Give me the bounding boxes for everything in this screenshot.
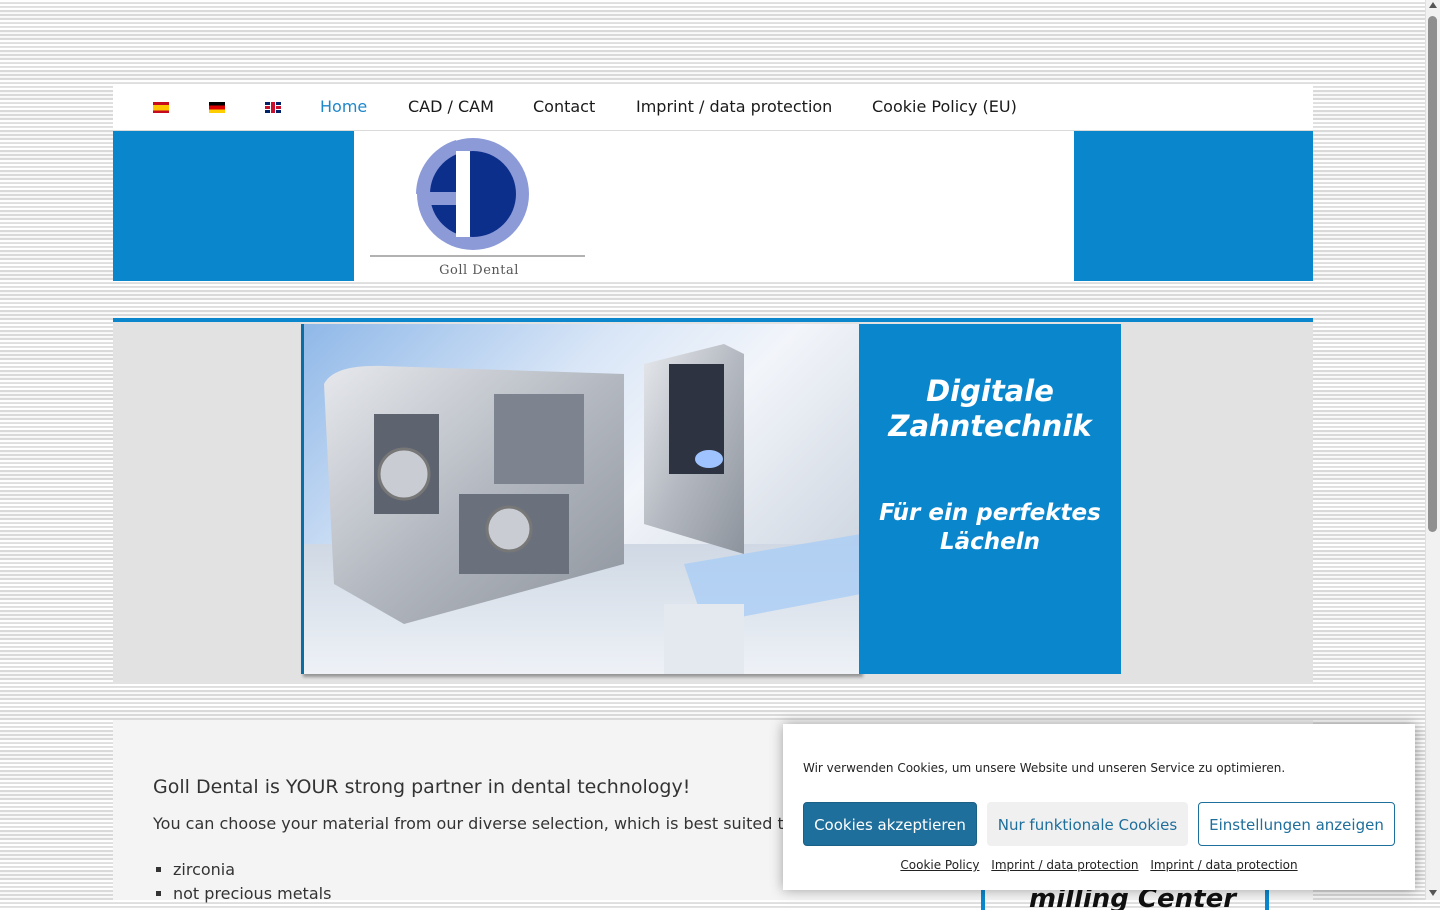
milling-machine-image <box>301 324 861 674</box>
main-navigation: Home CAD / CAM Contact Imprint / data pr… <box>113 84 1313 130</box>
materials-list: zirconia not precious metals <box>153 858 331 906</box>
content-heading: Goll Dental is YOUR strong partner in de… <box>153 776 691 798</box>
cookie-message: Wir verwenden Cookies, um unsere Website… <box>803 761 1286 775</box>
list-item: not precious metals <box>173 882 331 906</box>
nav-item-cad-cam[interactable]: CAD / CAM <box>408 97 494 116</box>
slide-subtitle: Für ein perfektes Lächeln <box>879 500 1101 555</box>
cookie-links: Cookie Policy Imprint / data protection … <box>783 858 1415 872</box>
cookie-consent-banner: Wir verwenden Cookies, um unsere Website… <box>783 724 1415 890</box>
english-flag-icon[interactable] <box>265 102 281 113</box>
imprint-link-2[interactable]: Imprint / data protection <box>1150 858 1297 872</box>
header-blue-panel-left <box>113 131 354 281</box>
scroll-thumb[interactable] <box>1428 16 1437 532</box>
logo-wordmark: Goll Dental <box>439 263 519 278</box>
list-item: zirconia <box>173 858 331 882</box>
hero-slider: Digitale Zahntechnik Für ein perfektes L… <box>113 318 1313 684</box>
slide-text-panel: Digitale Zahntechnik Für ein perfektes L… <box>859 324 1121 674</box>
nav-item-cookie-policy[interactable]: Cookie Policy (EU) <box>872 97 1017 116</box>
cookie-policy-link[interactable]: Cookie Policy <box>900 858 979 872</box>
goll-dental-logo[interactable]: Goll Dental <box>370 137 588 278</box>
scroll-down-arrow-icon[interactable] <box>1429 890 1437 896</box>
imprint-link[interactable]: Imprint / data protection <box>991 858 1138 872</box>
site-header: Goll Dental <box>113 131 1313 281</box>
page-scrollbar[interactable] <box>1425 0 1440 900</box>
functional-cookies-button[interactable]: Nur funktionale Cookies <box>987 802 1188 846</box>
goll-dental-logo-icon <box>370 138 585 257</box>
nav-item-contact[interactable]: Contact <box>533 97 595 116</box>
nav-item-imprint[interactable]: Imprint / data protection <box>636 97 832 116</box>
header-blue-panel-right <box>1074 131 1313 281</box>
accept-cookies-button[interactable]: Cookies akzeptieren <box>803 802 977 846</box>
scroll-up-arrow-icon[interactable] <box>1429 2 1437 8</box>
spanish-flag-icon[interactable] <box>153 102 169 113</box>
slide-title: Digitale Zahntechnik <box>888 374 1092 443</box>
german-flag-icon[interactable] <box>209 102 225 113</box>
milling-machine-illustration <box>304 344 861 674</box>
content-paragraph: You can choose your material from our di… <box>153 814 784 833</box>
nav-item-home[interactable]: Home <box>320 97 367 116</box>
show-settings-button[interactable]: Einstellungen anzeigen <box>1198 802 1395 846</box>
